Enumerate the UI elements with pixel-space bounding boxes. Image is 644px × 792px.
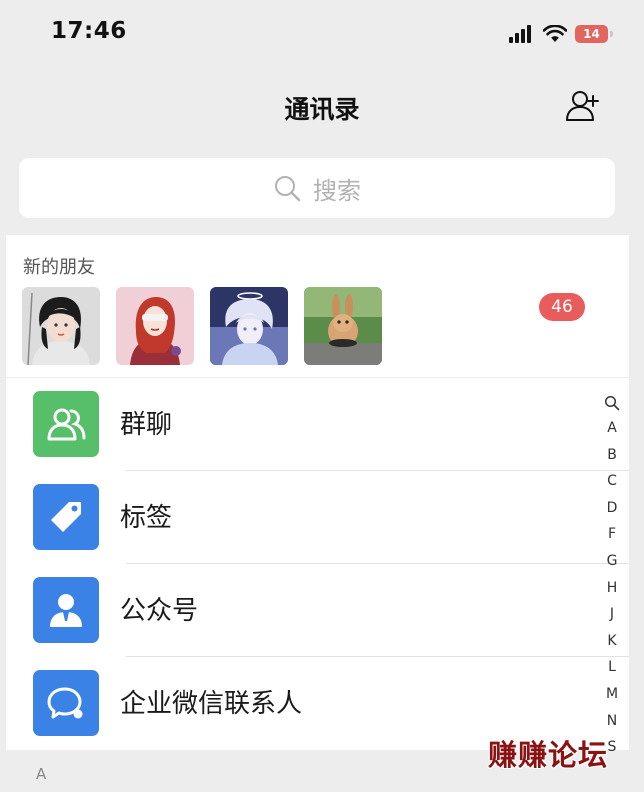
section-header-a: A xyxy=(36,765,47,783)
index-letter[interactable]: K xyxy=(607,628,616,655)
nav-bar: 通讯录 xyxy=(0,70,644,144)
index-letter[interactable]: D xyxy=(607,495,618,522)
avatar-girl-red-hair[interactable] xyxy=(116,287,194,365)
index-letter[interactable]: L xyxy=(608,654,616,681)
wifi-icon xyxy=(543,25,567,42)
group-chat-icon xyxy=(33,391,99,457)
cellular-signal-icon xyxy=(509,25,531,43)
status-icons: 14 xyxy=(509,22,613,46)
menu-item-tags[interactable]: 标签 xyxy=(6,471,629,564)
status-bar: 17:46 14 xyxy=(0,0,644,70)
battery-indicator: 14 xyxy=(575,25,613,43)
index-letter[interactable]: J xyxy=(610,601,614,628)
watermark-text: 赚赚论坛 xyxy=(488,738,609,772)
index-letter[interactable]: C xyxy=(607,468,617,495)
menu-item-label: 企业微信联系人 xyxy=(120,689,303,719)
index-letter[interactable]: F xyxy=(608,521,616,548)
index-letter[interactable]: H xyxy=(607,575,618,602)
new-friends-label: 新的朋友 xyxy=(23,257,95,278)
menu-item-group-chats[interactable]: 群聊 xyxy=(6,378,629,471)
new-friends-section[interactable]: 新的朋友 46 xyxy=(6,235,629,377)
menu-item-label: 公众号 xyxy=(120,596,199,626)
menu-item-label: 群聊 xyxy=(120,410,173,440)
search-input[interactable]: 搜索 xyxy=(19,158,615,218)
wecom-contacts-icon xyxy=(33,670,99,736)
new-friends-avatars xyxy=(22,287,382,365)
index-letter[interactable]: N xyxy=(607,708,617,735)
menu-item-official-accounts[interactable]: 公众号 xyxy=(6,564,629,657)
index-letter[interactable]: S xyxy=(608,734,617,761)
index-letter[interactable]: G xyxy=(607,548,618,575)
tag-icon xyxy=(33,484,99,550)
index-letter[interactable]: M xyxy=(606,681,618,708)
avatar-girl-illustration[interactable] xyxy=(22,287,100,365)
battery-level: 14 xyxy=(583,27,600,41)
index-letter[interactable]: B xyxy=(607,442,617,469)
index-search-icon[interactable] xyxy=(604,395,620,411)
alphabet-index-bar[interactable]: A B C D F G H J K L M N S xyxy=(597,392,627,761)
contacts-menu: 群聊 标签 公众号 企业微信联系人 xyxy=(6,378,629,750)
status-time: 17:46 xyxy=(51,18,127,44)
menu-item-label: 标签 xyxy=(120,503,173,533)
official-account-icon xyxy=(33,577,99,643)
index-letter[interactable]: A xyxy=(607,415,617,442)
avatar-anime-boy[interactable] xyxy=(210,287,288,365)
avatar-rabbit-photo[interactable] xyxy=(304,287,382,365)
add-contact-icon[interactable] xyxy=(564,86,604,126)
new-friends-badge: 46 xyxy=(539,293,585,321)
page-title: 通讯录 xyxy=(284,95,360,124)
search-icon xyxy=(275,176,301,202)
search-placeholder: 搜索 xyxy=(313,176,361,205)
